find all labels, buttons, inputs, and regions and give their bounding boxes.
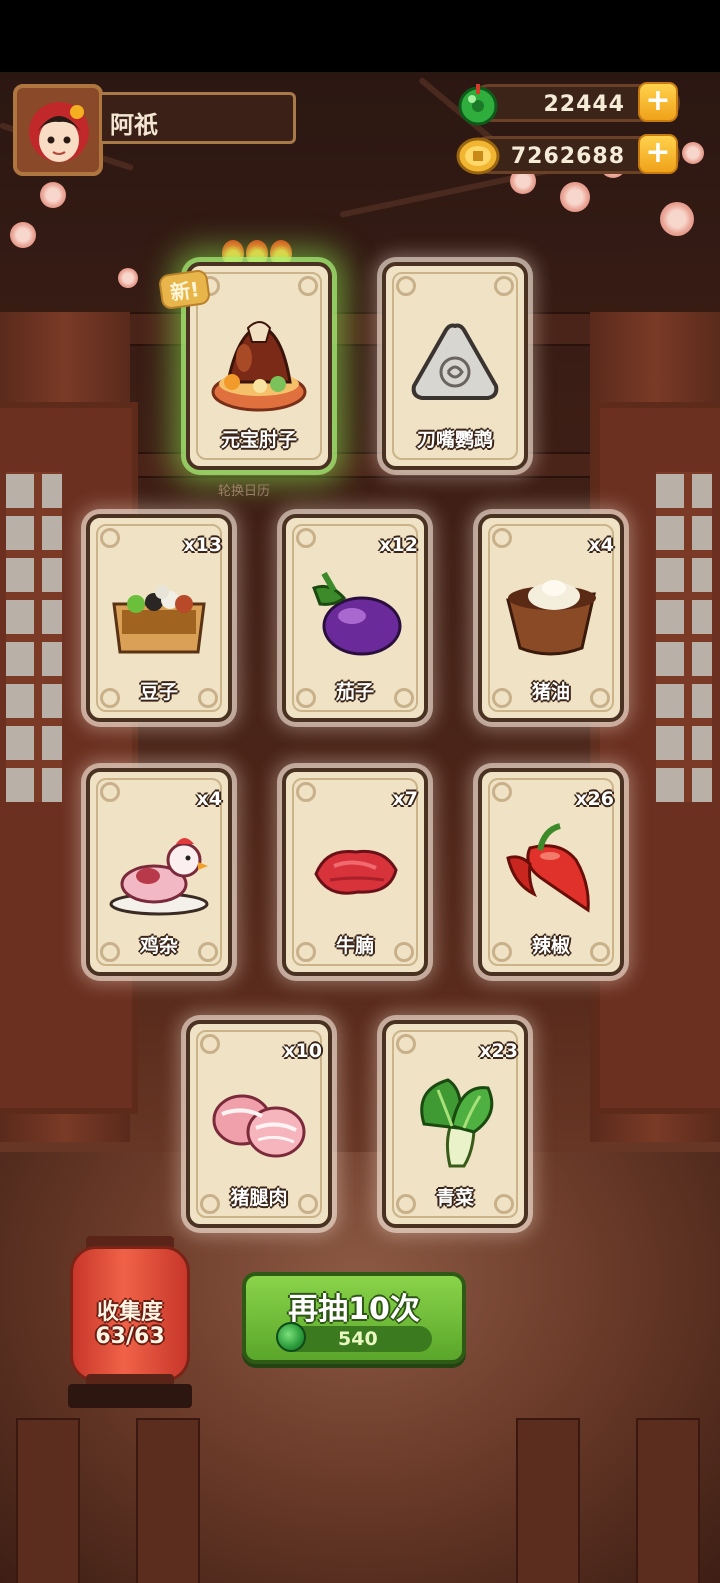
braised-pork-knuckle-icon bbox=[211, 321, 307, 412]
lantern-stand bbox=[68, 1384, 192, 1408]
card-name: 元宝肘子 bbox=[220, 429, 297, 451]
chicken-giblets-icon bbox=[109, 838, 209, 916]
jade-amount: 22444 bbox=[543, 92, 625, 117]
collection-label: 收集度 bbox=[96, 1300, 163, 1325]
collection-lantern[interactable]: 收集度 63/63 bbox=[70, 1236, 190, 1388]
card-name: 牛腩 bbox=[335, 935, 374, 957]
jade-coin-icon bbox=[276, 1322, 306, 1352]
card-name: 猪腿肉 bbox=[230, 1187, 288, 1209]
card-bok-choy[interactable]: x23 青菜 bbox=[382, 1020, 528, 1228]
card-quantity: x26 bbox=[575, 788, 614, 810]
gold-amount: 7262688 bbox=[510, 144, 625, 169]
card-name: 青菜 bbox=[435, 1187, 474, 1209]
card-name: 辣椒 bbox=[531, 935, 570, 957]
player-name-plate: 阿祇 bbox=[102, 92, 296, 144]
collection-progress: 63/63 bbox=[95, 1324, 165, 1349]
beef-brisket-icon bbox=[314, 849, 398, 895]
jade-add-button[interactable]: + bbox=[638, 82, 678, 122]
beans-box-icon bbox=[112, 585, 206, 654]
card-quantity: x23 bbox=[479, 1040, 518, 1062]
pork-leg-icon bbox=[212, 1094, 306, 1158]
card-name: 茄子 bbox=[335, 681, 374, 703]
locked-triangle-icon bbox=[411, 323, 499, 400]
rotation-calendar-label[interactable]: 轮换日历 bbox=[218, 480, 270, 499]
player-avatar[interactable] bbox=[13, 84, 103, 176]
gold-coin-icon bbox=[456, 137, 500, 175]
card-beef-brisket[interactable]: x7 牛腩 bbox=[282, 768, 428, 976]
bok-choy-icon bbox=[420, 1078, 494, 1168]
player-name: 阿祇 bbox=[110, 111, 158, 139]
lard-bowl-icon bbox=[506, 580, 596, 656]
eggplant-icon bbox=[312, 571, 402, 656]
card-pork-leg[interactable]: x10 猪腿肉 bbox=[186, 1020, 332, 1228]
card-lard[interactable]: x4 猪油 bbox=[478, 514, 624, 722]
card-quantity: x12 bbox=[379, 534, 418, 556]
draw-cost-value: 540 bbox=[338, 1328, 378, 1350]
card-beans[interactable]: x13 豆子 bbox=[86, 514, 232, 722]
card-quantity: x10 bbox=[283, 1040, 322, 1062]
draw-again-button[interactable]: 再抽10次 540 bbox=[242, 1272, 466, 1364]
status-bar bbox=[0, 0, 720, 72]
card-quantity: x4 bbox=[196, 788, 222, 810]
card-quantity: x7 bbox=[392, 788, 418, 810]
jade-coin-icon bbox=[458, 84, 498, 126]
card-chili[interactable]: x26 辣椒 bbox=[478, 768, 624, 976]
chef-girl-avatar-icon bbox=[29, 102, 89, 162]
card-name: 猪油 bbox=[531, 681, 570, 703]
gold-add-button[interactable]: + bbox=[638, 134, 678, 174]
card-chicken-giblets[interactable]: x4 鸡杂 bbox=[86, 768, 232, 976]
card-name: 刀嘴鹦鹉 bbox=[416, 429, 493, 451]
draw-again-label: 再抽10次 bbox=[288, 1292, 420, 1327]
card-eggplant[interactable]: x12 茄子 bbox=[282, 514, 428, 722]
draw-cost: 540 bbox=[276, 1322, 432, 1352]
card-name: 鸡杂 bbox=[139, 935, 178, 957]
card-name: 豆子 bbox=[139, 681, 178, 703]
card-quantity: x13 bbox=[183, 534, 222, 556]
new-badge: 新! bbox=[157, 268, 212, 311]
card-daozui-yingwu[interactable]: 刀嘴鹦鹉 bbox=[382, 262, 528, 470]
chili-pepper-icon bbox=[506, 823, 590, 913]
card-quantity: x4 bbox=[588, 534, 614, 556]
